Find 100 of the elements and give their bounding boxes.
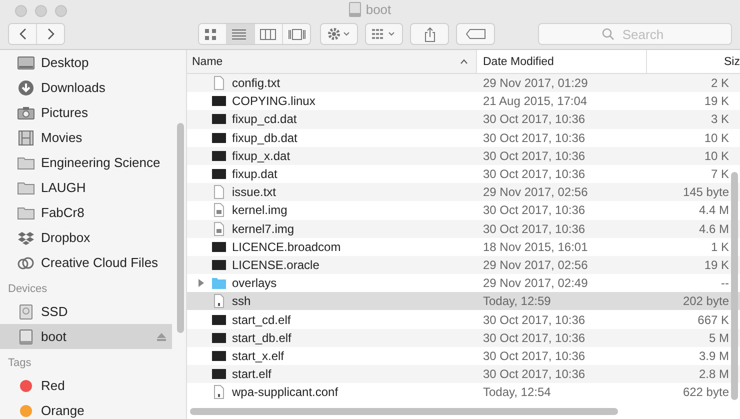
terminal-icon xyxy=(212,240,226,254)
file-row[interactable]: LICENCE.broadcom 18 Nov 2015, 16:01 1 K xyxy=(187,238,740,256)
sidebar-item[interactable]: Red xyxy=(0,373,172,398)
search-field[interactable]: Search xyxy=(538,23,732,45)
arrange-menu-button[interactable] xyxy=(365,23,403,45)
file-size: 10 K xyxy=(704,148,729,163)
view-mode-button[interactable] xyxy=(283,24,310,44)
file-row[interactable]: overlays 29 Nov 2017, 02:49 -- xyxy=(187,274,740,292)
gear-icon xyxy=(327,27,351,41)
file-size: 3 K xyxy=(710,112,729,126)
view-mode-button[interactable] xyxy=(255,24,283,44)
action-menu-button[interactable] xyxy=(320,23,358,45)
view-mode-button[interactable] xyxy=(227,24,255,44)
sidebar-item[interactable]: Movies xyxy=(0,125,172,150)
file-row[interactable]: issue.txt 29 Nov 2017, 02:56 145 byte xyxy=(187,183,740,202)
column-header[interactable]: Date Modified xyxy=(483,56,554,68)
file-row[interactable]: start_db.elf 30 Oct 2017, 10:36 5 M xyxy=(187,328,740,347)
file-name: fixup_db.dat xyxy=(232,130,298,145)
file-row[interactable]: fixup_cd.dat 30 Oct 2017, 10:36 3 K xyxy=(187,110,740,129)
sidebar-item[interactable]: FabCr8 xyxy=(0,200,172,225)
file-row[interactable]: ssh Today, 12:59 202 byte xyxy=(187,292,740,310)
terminal-icon xyxy=(212,312,226,327)
drive-icon xyxy=(17,328,35,344)
file-name: start_db.elf xyxy=(232,330,292,345)
search-icon xyxy=(602,28,614,40)
sidebar-item[interactable]: Creative Cloud Files xyxy=(0,250,172,275)
script-file-icon xyxy=(212,385,226,400)
terminal-icon xyxy=(212,130,226,145)
file-row[interactable]: wpa-supplicant.conf Today, 12:54 622 byte xyxy=(187,383,740,402)
file-size: 10 K xyxy=(704,130,729,145)
scrollbar[interactable] xyxy=(731,172,738,400)
file-name: fixup.dat xyxy=(232,167,278,182)
terminal-icon xyxy=(212,167,226,182)
column-header[interactable]: Siz xyxy=(724,56,740,68)
file-name: ssh xyxy=(232,294,251,308)
file-row[interactable]: fixup.dat 30 Oct 2017, 10:36 7 K xyxy=(187,164,740,184)
file-size: 19 K xyxy=(704,258,729,272)
forward-button[interactable] xyxy=(37,24,64,44)
date-modified: 30 Oct 2017, 10:36 xyxy=(483,367,586,382)
file-name: wpa-supplicant.conf xyxy=(232,385,338,400)
file-row[interactable]: start_cd.elf 30 Oct 2017, 10:36 667 K xyxy=(187,310,740,329)
file-name: LICENCE.broadcom xyxy=(232,240,341,254)
date-modified: 30 Oct 2017, 10:36 xyxy=(483,112,586,126)
file-size: 5 M xyxy=(708,330,729,345)
sort-caret-icon xyxy=(460,59,468,64)
sidebar-item[interactable]: Engineering Science xyxy=(0,150,172,175)
terminal-icon xyxy=(212,148,226,163)
chevron-left-icon xyxy=(18,28,26,40)
view-mode-icon xyxy=(288,28,306,40)
file-name: fixup_x.dat xyxy=(232,148,290,163)
cloud-icon xyxy=(17,254,35,270)
film-icon xyxy=(17,130,35,146)
column-header[interactable]: Name xyxy=(187,50,477,73)
file-row[interactable]: start.elf 30 Oct 2017, 10:36 2.8 M xyxy=(187,365,740,384)
file-name: COPYING.linux xyxy=(232,94,316,108)
sidebar-item[interactable]: Orange xyxy=(0,398,172,419)
file-row[interactable]: fixup_x.dat 30 Oct 2017, 10:36 10 K xyxy=(187,146,740,165)
folder-icon xyxy=(17,180,35,196)
sidebar-item[interactable]: LAUGH xyxy=(0,175,172,200)
disclosure-triangle-icon[interactable] xyxy=(197,279,205,288)
sidebar-item[interactable]: Pictures xyxy=(0,100,172,125)
file-row[interactable]: config.txt 29 Nov 2017, 01:29 2 K xyxy=(187,74,740,92)
scrollbar[interactable] xyxy=(177,123,184,333)
camera-icon xyxy=(17,104,35,120)
sidebar-item[interactable]: Downloads xyxy=(0,75,172,100)
file-row[interactable]: fixup_db.dat 30 Oct 2017, 10:36 10 K xyxy=(187,128,740,147)
file-name: kernel.img xyxy=(232,203,288,218)
file-name: fixup_cd.dat xyxy=(232,112,297,126)
window-title: boot xyxy=(366,2,392,17)
date-modified: 30 Oct 2017, 10:36 xyxy=(483,222,586,236)
share-icon xyxy=(424,26,436,42)
file-row[interactable]: LICENSE.oracle 29 Nov 2017, 02:56 19 K xyxy=(187,256,740,274)
document-icon xyxy=(212,185,226,200)
chevron-right-icon xyxy=(46,28,54,40)
date-modified: 30 Oct 2017, 10:36 xyxy=(483,148,586,163)
file-size: 1 K xyxy=(710,240,729,254)
file-size: 4.6 M xyxy=(698,222,729,236)
back-button[interactable] xyxy=(9,24,37,44)
tag-button[interactable] xyxy=(456,23,495,45)
sidebar-item[interactable]: Dropbox xyxy=(0,225,172,250)
scrollbar[interactable] xyxy=(190,408,618,415)
script-file-icon xyxy=(212,294,226,308)
share-button[interactable] xyxy=(410,23,449,45)
file-size: 3.9 M xyxy=(698,348,729,363)
date-modified: 29 Nov 2017, 01:29 xyxy=(483,76,588,90)
file-row[interactable]: start_x.elf 30 Oct 2017, 10:36 3.9 M xyxy=(187,346,740,365)
sidebar-item[interactable]: Desktop xyxy=(0,50,172,75)
sidebar-item[interactable]: boot xyxy=(0,324,172,349)
file-row[interactable]: kernel7.img 30 Oct 2017, 10:36 4.6 M xyxy=(187,220,740,238)
file-size: 622 byte xyxy=(682,385,729,400)
folder-icon xyxy=(17,204,35,220)
view-mode-button[interactable] xyxy=(199,24,227,44)
date-modified: 29 Nov 2017, 02:49 xyxy=(483,276,588,290)
terminal-icon xyxy=(212,330,226,345)
view-mode-icon xyxy=(260,28,278,40)
file-row[interactable]: kernel.img 30 Oct 2017, 10:36 4.4 M xyxy=(187,201,740,220)
file-row[interactable]: COPYING.linux 21 Aug 2015, 17:04 19 K xyxy=(187,92,740,110)
sidebar-item[interactable]: SSD xyxy=(0,299,172,324)
file-size: 2 K xyxy=(710,76,729,90)
column-title: Name xyxy=(192,56,223,68)
